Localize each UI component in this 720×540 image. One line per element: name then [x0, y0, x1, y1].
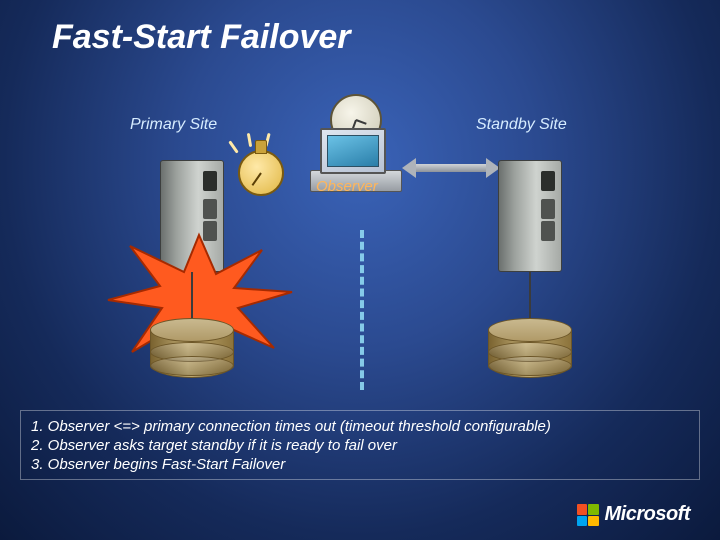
step-1: 1. Observer <=> primary connection times…	[31, 417, 689, 436]
microsoft-flag-icon	[577, 504, 599, 526]
standby-server-icon	[498, 160, 562, 272]
microsoft-wordmark: Microsoft	[605, 503, 691, 526]
primary-site-label: Primary Site	[130, 116, 217, 134]
standby-database-icon	[488, 318, 572, 388]
stopwatch-icon	[238, 150, 284, 196]
stopwatch-tick-icon	[247, 133, 252, 147]
stopwatch-tick-icon	[228, 140, 238, 153]
step-2: 2. Observer asks target standby if it is…	[31, 436, 689, 455]
microsoft-logo: Microsoft	[577, 503, 691, 526]
slide-title: Fast-Start Failover	[52, 18, 351, 57]
center-divider-dashed	[360, 230, 364, 390]
step-3: 3. Observer begins Fast-Start Failover	[31, 455, 689, 474]
double-arrow-icon	[404, 158, 498, 178]
observer-label: Observer	[316, 178, 378, 195]
steps-panel: 1. Observer <=> primary connection times…	[20, 410, 700, 480]
standby-site-label: Standby Site	[476, 116, 567, 134]
standby-connector-line	[529, 272, 531, 320]
primary-connector-line	[191, 272, 193, 320]
primary-database-icon	[150, 318, 234, 388]
